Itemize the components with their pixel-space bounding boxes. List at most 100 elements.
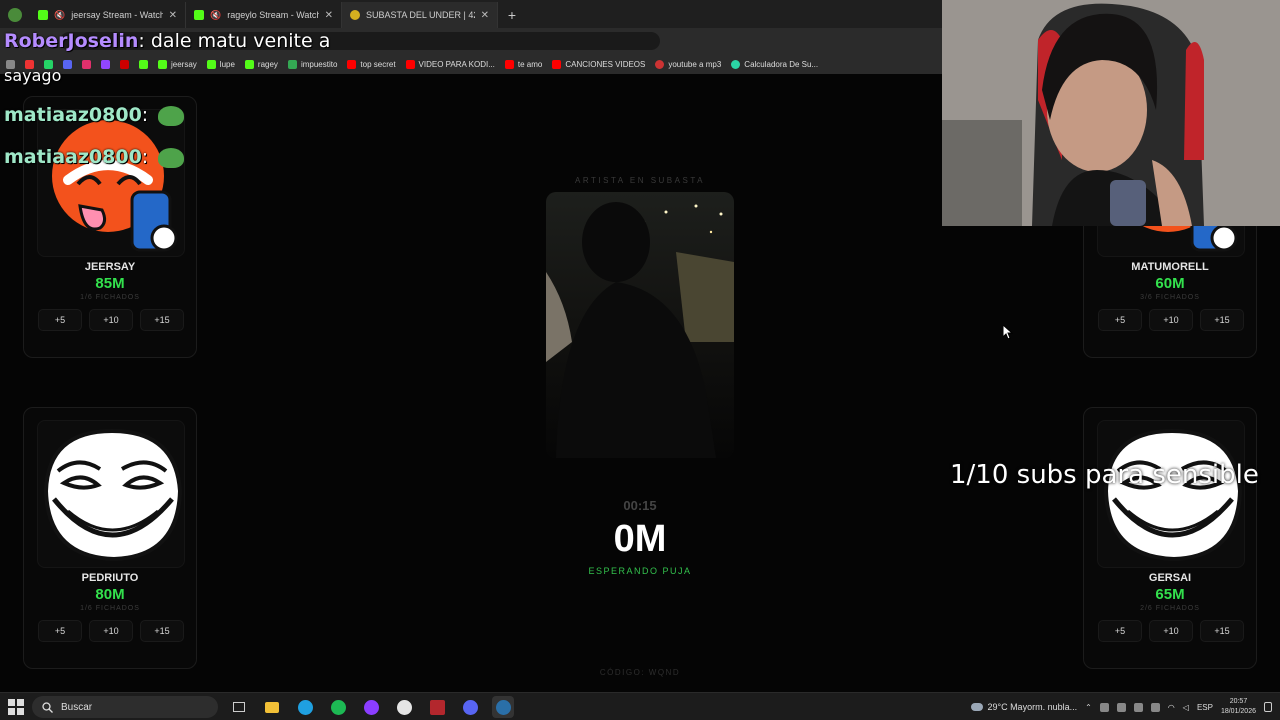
team-name: GERSAI [1148,572,1192,584]
winrar-icon[interactable] [426,696,448,718]
tray-app-icon[interactable] [1116,702,1126,712]
mute-icon[interactable]: 🔇 [210,10,221,21]
tab-rageylo[interactable]: 🔇 rageylo Stream - Watch Live o ✕ [186,2,342,28]
bookmark-item[interactable] [139,59,148,69]
edge-icon[interactable] [294,696,316,718]
browser-tab-bar: 🔇 jeersay Stream - Watch Live o ✕ 🔇 rage… [0,0,942,28]
close-tab-icon[interactable]: ✕ [481,10,489,21]
taskbar-search[interactable]: Buscar [32,696,218,718]
auction-status: ESPERANDO PUJA [588,566,692,576]
auction-code: CÓDIGO: WQND [599,668,681,677]
canva-icon[interactable] [360,696,382,718]
webcam-overlay [942,0,1280,226]
bid-plus-10-button[interactable]: +10 [1149,620,1193,642]
close-tab-icon[interactable]: ✕ [325,10,333,21]
team-avatar [1097,420,1245,568]
language-indicator[interactable]: ESP [1197,703,1213,712]
team-signed-count: 2/6 FICHADOS [1140,605,1200,612]
file-explorer-icon[interactable] [261,696,283,718]
clock[interactable]: 20:57 18/01/2026 [1221,697,1256,717]
bookmark-lupe[interactable]: lupe [206,59,235,69]
bookmark-jeersay[interactable]: jeersay [158,59,197,69]
team-budget: 85M [95,275,125,292]
chat-username: matiaaz0800 [4,104,142,126]
converter-icon [655,59,665,69]
team-name: JEERSAY [84,261,136,273]
bid-plus-15-button[interactable]: +15 [140,309,184,331]
notification-icon[interactable] [1264,702,1272,712]
chat-username: RoberJoselin [4,30,139,52]
bid-plus-15-button[interactable]: +15 [1200,309,1244,331]
tab-jeersay[interactable]: 🔇 jeersay Stream - Watch Live o ✕ [30,2,186,28]
bookmark-icon [82,59,91,69]
wifi-icon[interactable]: ◠ [1168,703,1175,712]
bookmark-icon [101,59,110,69]
windows-start-icon[interactable] [8,699,24,715]
bookmark-impuestito[interactable]: impuestito [287,59,337,69]
search-placeholder: Buscar [61,701,93,713]
youtube-icon [552,59,562,69]
chevron-up-icon[interactable]: ⌃ [1085,703,1092,712]
tab-subasta[interactable]: SUBASTA DEL UNDER | 420 ✕ [342,2,498,28]
youtube-icon [504,59,514,69]
calculator-icon [731,59,741,69]
new-tab-button[interactable]: + [498,2,526,28]
bid-plus-10-button[interactable]: +10 [89,309,133,331]
bid-plus-15-button[interactable]: +15 [1200,620,1244,642]
obs-icon[interactable] [393,696,415,718]
bid-plus-5-button[interactable]: +5 [38,620,82,642]
bookmark-item[interactable] [101,59,110,69]
weather-widget[interactable]: 29°C Mayorm. nubla... [971,702,1077,712]
spotify-icon[interactable] [327,696,349,718]
chat-message: sayago [4,66,61,85]
countdown-timer: 00:15 [623,498,657,513]
bookmark-top-secret[interactable]: top secret [347,59,396,69]
bookmark-item[interactable] [120,59,129,69]
clock-date: 18/01/2026 [1220,708,1256,715]
bookmark-ragey[interactable]: ragey [244,59,278,69]
bookmark-video-kodi[interactable]: VIDEO PARA KODI... [405,59,495,69]
team-name: PEDRIUTO [81,572,139,584]
artist-section-label: ARTISTA EN SUBASTA [575,176,705,185]
bid-plus-5-button[interactable]: +5 [1098,309,1142,331]
mute-icon[interactable]: 🔇 [54,10,65,21]
pepe-emote-icon [158,147,185,168]
bookmark-calculadora[interactable]: Calculadora De Su... [731,59,818,69]
bookmark-youtube-mp3[interactable]: youtube a mp3 [655,59,721,69]
team-signed-count: 1/6 FICHADOS [80,605,140,612]
profile-icon[interactable] [0,2,30,28]
tab-title: rageylo Stream - Watch Live o [227,10,318,20]
team-signed-count: 1/6 FICHADOS [80,294,140,301]
weather-cloud-icon [971,703,984,711]
bookmark-item[interactable] [63,59,72,69]
team-budget: 65M [1155,586,1185,603]
close-tab-icon[interactable]: ✕ [169,10,177,21]
discord-icon[interactable] [459,696,481,718]
chat-text: sayago [4,66,62,85]
tray-app-icon[interactable] [1099,702,1109,712]
steam-icon[interactable] [492,696,514,718]
sheets-icon [287,59,297,69]
bookmark-item[interactable] [82,59,91,69]
streamer-webcam [942,0,1280,226]
bid-plus-10-button[interactable]: +10 [1149,309,1193,331]
task-view-icon[interactable] [228,696,250,718]
bookmark-canciones[interactable]: CANCIONES VIDEOS [552,59,645,69]
bid-plus-5-button[interactable]: +5 [1098,620,1142,642]
team-signed-count: 3/6 FICHADOS [1140,294,1200,301]
team-avatar [37,420,185,568]
tray-app-icon[interactable] [1150,702,1160,712]
silhouette-photo [546,192,734,458]
chat-message: matiaaz0800: [4,146,185,168]
bookmark-te-amo[interactable]: te amo [504,59,542,69]
bid-plus-5-button[interactable]: +5 [38,309,82,331]
team-name: MATUMORELL [1131,261,1209,273]
kick-icon [206,59,216,69]
chat-text: : dale matu venite a [138,30,331,52]
sub-goal-overlay: 1/10 subs para sensible [950,460,1259,490]
bookmark-icon [63,59,72,69]
bid-plus-10-button[interactable]: +10 [89,620,133,642]
bid-plus-15-button[interactable]: +15 [140,620,184,642]
tray-app-icon[interactable] [1133,702,1143,712]
volume-icon[interactable]: ◁ [1183,703,1189,712]
